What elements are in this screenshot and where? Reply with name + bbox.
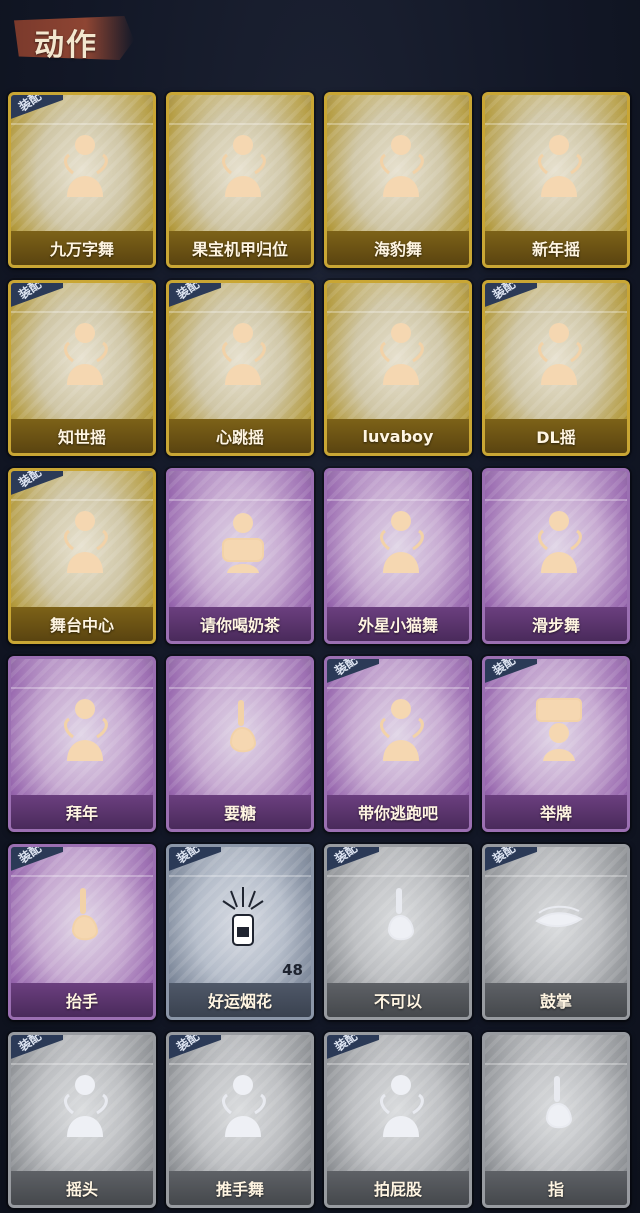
emote-card[interactable]: 摇头 装配 — [8, 1032, 156, 1208]
emote-card[interactable]: 指 — [482, 1032, 630, 1208]
emote-label: 外星小猫舞 — [327, 607, 469, 641]
emote-card[interactable]: 带你逃跑吧 装配 — [324, 656, 472, 832]
emote-label: 九万字舞 — [11, 231, 153, 265]
emote-card[interactable]: 滑步舞 — [482, 468, 630, 644]
sign-icon — [529, 693, 589, 763]
point-icon — [529, 1069, 589, 1139]
dance-icon — [213, 129, 273, 199]
hand-icon — [55, 881, 115, 951]
emote-card[interactable]: 果宝机甲归位 — [166, 92, 314, 268]
hand-icon — [371, 881, 431, 951]
dance-icon — [55, 505, 115, 575]
emote-card[interactable]: 舞台中心 装配 — [8, 468, 156, 644]
emote-label: 请你喝奶茶 — [169, 607, 311, 641]
emote-label: 抬手 — [11, 983, 153, 1017]
card-ornament — [327, 95, 469, 125]
hand-icon — [213, 693, 273, 763]
dance-icon — [371, 693, 431, 763]
emote-card[interactable]: 抬手 装配 — [8, 844, 156, 1020]
emote-card[interactable]: 举牌 装配 — [482, 656, 630, 832]
emote-label: luvaboy — [327, 419, 469, 453]
tea-icon — [213, 505, 273, 575]
emote-card[interactable]: 海豹舞 — [324, 92, 472, 268]
emote-card[interactable]: 新年摇 — [482, 92, 630, 268]
page-header: 动作 — [0, 0, 640, 80]
emote-label: 滑步舞 — [485, 607, 627, 641]
dance-icon — [371, 317, 431, 387]
page-title: 动作 — [34, 28, 98, 63]
emote-card[interactable]: DL摇 装配 — [482, 280, 630, 456]
emote-label: 举牌 — [485, 795, 627, 829]
emote-label: 拜年 — [11, 795, 153, 829]
emote-label: 好运烟花 — [169, 983, 311, 1017]
card-ornament — [169, 471, 311, 501]
dance-icon — [371, 1069, 431, 1139]
emote-label: 带你逃跑吧 — [327, 795, 469, 829]
emote-card[interactable]: 拜年 — [8, 656, 156, 832]
dance-icon — [213, 317, 273, 387]
emote-label: 心跳摇 — [169, 419, 311, 453]
card-ornament — [11, 659, 153, 689]
dance-icon — [529, 129, 589, 199]
emote-label: 指 — [485, 1171, 627, 1205]
emote-label: 果宝机甲归位 — [169, 231, 311, 265]
emote-card[interactable]: 拍屁股 装配 — [324, 1032, 472, 1208]
card-ornament — [485, 1035, 627, 1065]
dance-icon — [371, 505, 431, 575]
emote-label: 知世摇 — [11, 419, 153, 453]
item-count: 48 — [282, 961, 303, 979]
emote-label: 摇头 — [11, 1171, 153, 1205]
emote-label: 要糖 — [169, 795, 311, 829]
dance-icon — [55, 1069, 115, 1139]
greeting-icon — [55, 693, 115, 763]
emote-label: 推手舞 — [169, 1171, 311, 1205]
emote-card[interactable]: 心跳摇 装配 — [166, 280, 314, 456]
emote-card[interactable]: 鼓掌 装配 — [482, 844, 630, 1020]
dance-icon — [55, 317, 115, 387]
emote-label: 不可以 — [327, 983, 469, 1017]
emote-label: 拍屁股 — [327, 1171, 469, 1205]
dance-icon — [213, 1069, 273, 1139]
emote-label: 海豹舞 — [327, 231, 469, 265]
emote-label: 鼓掌 — [485, 983, 627, 1017]
emote-card[interactable]: luvaboy — [324, 280, 472, 456]
emote-card[interactable]: 请你喝奶茶 — [166, 468, 314, 644]
card-ornament — [169, 659, 311, 689]
dance-icon — [529, 317, 589, 387]
card-ornament — [485, 471, 627, 501]
card-ornament — [327, 471, 469, 501]
emote-card[interactable]: 推手舞 装配 — [166, 1032, 314, 1208]
firework-icon — [213, 881, 273, 951]
emote-card[interactable]: 要糖 — [166, 656, 314, 832]
card-ornament — [327, 283, 469, 313]
emote-card[interactable]: 知世摇 装配 — [8, 280, 156, 456]
emote-label: DL摇 — [485, 419, 627, 453]
emote-label: 新年摇 — [485, 231, 627, 265]
emote-card[interactable]: 不可以 装配 — [324, 844, 472, 1020]
emote-card[interactable]: 九万字舞 装配 — [8, 92, 156, 268]
card-ornament — [169, 95, 311, 125]
dance-icon — [371, 129, 431, 199]
clap-icon — [529, 881, 589, 951]
emote-card[interactable]: 48 好运烟花 装配 — [166, 844, 314, 1020]
card-ornament — [485, 95, 627, 125]
dance-icon — [55, 129, 115, 199]
emote-label: 舞台中心 — [11, 607, 153, 641]
dance-icon — [529, 505, 589, 575]
emote-card[interactable]: 外星小猫舞 — [324, 468, 472, 644]
